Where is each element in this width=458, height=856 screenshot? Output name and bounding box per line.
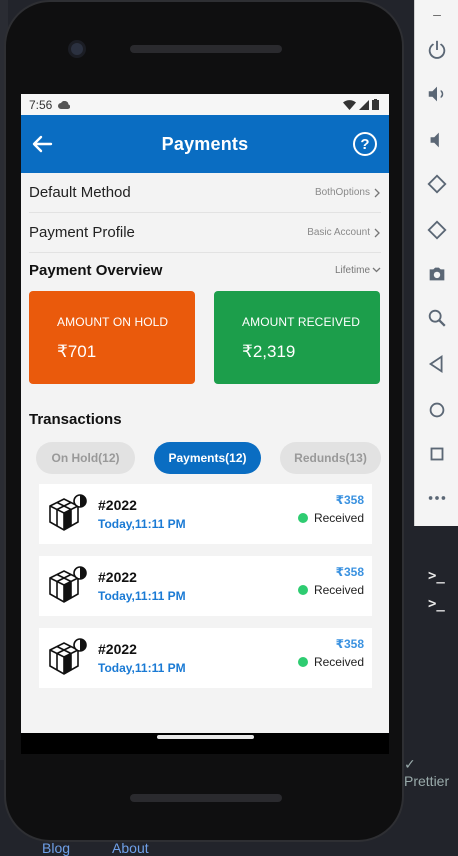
payment-overview-title: Payment Overview [29,261,163,279]
default-method-value: BothOptions [315,187,381,198]
more-button[interactable] [415,476,458,520]
emulator-window-controls: – [415,0,458,28]
battery-icon [372,99,379,110]
status-dot-icon [297,513,308,523]
screenshot-button[interactable] [415,252,458,296]
triangle-back-icon [428,354,443,374]
volume-down-icon [430,132,439,148]
rotate-right-button[interactable] [415,208,458,252]
editor-status-prettier[interactable]: ✓ Prettier [404,756,458,789]
chevron-right-icon [374,228,380,237]
volume-up-button[interactable] [415,72,458,116]
transaction-amount: ₹358 [335,565,364,579]
transaction-time: Today,11:11 PM [98,517,186,531]
phone-frame: 7:56 Payments ? Default Method BothOptio… [4,0,404,842]
gesture-nav-bar[interactable] [157,735,254,739]
transaction-id: #2022 [98,641,137,657]
cube-package-icon [49,638,87,675]
transaction-id: #2022 [98,497,137,513]
footer-link-about[interactable]: About [112,840,149,856]
signal-icon [359,99,369,110]
transaction-id: #2022 [98,569,137,585]
transaction-amount: ₹358 [335,637,364,651]
transaction-time: Today,11:11 PM [98,589,186,603]
tab-on-hold[interactable]: On Hold(12) [36,442,135,474]
tab-refunds[interactable]: Redunds(13) [280,442,381,474]
cube-package-icon [49,494,87,531]
status-dot-icon [297,585,308,595]
transaction-item[interactable]: #2022 Today,11:11 PM ₹358 Received [39,484,372,544]
terminal-prompt-icon: >_ [428,596,445,612]
power-button[interactable] [415,28,458,72]
camera-icon [429,267,445,281]
square-overview-icon [430,447,444,461]
overview-cards: AMOUNT ON HOLD ₹701 AMOUNT RECEIVED ₹2,3… [29,291,381,384]
cloud-icon [58,100,71,109]
circle-home-icon [429,402,445,418]
bottom-speaker [130,794,282,802]
status-time: 7:56 [29,97,53,112]
back-arrow-icon[interactable] [31,133,53,155]
default-method-label: Default Method [29,184,131,201]
transaction-status: Received [297,655,364,669]
transaction-tabs: On Hold(12) Payments(12) Redunds(13) [29,442,381,474]
amount-received-card[interactable]: AMOUNT RECEIVED ₹2,319 [214,291,380,384]
transaction-time: Today,11:11 PM [98,661,186,675]
zoom-button[interactable] [415,296,458,340]
main-content: Default Method BothOptions Payment Profi… [21,173,389,733]
amount-received-label: AMOUNT RECEIVED [242,315,360,329]
chevron-right-icon [374,188,380,197]
home-nav-button[interactable] [415,388,458,432]
more-dots-icon [428,496,446,500]
footer-links: Blog About [42,840,149,856]
status-dot-icon [297,657,308,667]
emulator-toolbar: – [414,0,458,526]
wifi-icon [343,99,356,110]
amount-on-hold-label: AMOUNT ON HOLD [57,315,169,329]
footer-link-blog[interactable]: Blog [42,840,70,856]
payment-profile-label: Payment Profile [29,224,135,241]
zoom-icon [428,309,446,327]
transaction-item[interactable]: #2022 Today,11:11 PM ₹358 Received [39,556,372,616]
transaction-status: Received [297,511,364,525]
back-nav-button[interactable] [415,342,458,386]
payment-profile-row[interactable]: Payment Profile Basic Account [29,213,381,253]
default-method-row[interactable]: Default Method BothOptions [29,173,381,213]
rotate-left-button[interactable] [415,162,458,206]
rotate-right-icon [427,220,447,240]
app-bar: Payments ? [21,115,389,173]
payment-profile-value: Basic Account [307,227,381,238]
status-bar: 7:56 [21,94,389,115]
transaction-status: Received [297,583,364,597]
volume-down-button[interactable] [415,118,458,162]
phone-screen: 7:56 Payments ? Default Method BothOptio… [21,94,389,754]
amount-received-value: ₹2,319 [242,342,296,361]
terminal-prompt-icon: >_ [428,568,445,584]
volume-up-icon [428,86,444,102]
transactions-title: Transactions [29,410,122,428]
transaction-item[interactable]: #2022 Today,11:11 PM ₹358 Received [39,628,372,688]
payment-overview-header: Payment Overview Lifetime [29,253,381,287]
power-icon [428,40,446,59]
rotate-left-icon [427,174,447,194]
cube-package-icon [49,566,87,603]
tab-payments[interactable]: Payments(12) [154,442,261,474]
amount-on-hold-value: ₹701 [57,342,97,361]
earpiece-speaker [130,45,282,53]
transaction-amount: ₹358 [335,493,364,507]
period-selector[interactable]: Lifetime [335,265,381,276]
overview-nav-button[interactable] [415,432,458,476]
minimize-icon[interactable]: – [433,6,441,22]
help-icon[interactable]: ? [353,132,377,156]
page-title: Payments [161,133,249,154]
transaction-list: #2022 Today,11:11 PM ₹358 Received #2022… [29,484,381,688]
front-camera [68,40,86,58]
amount-on-hold-card[interactable]: AMOUNT ON HOLD ₹701 [29,291,195,384]
chevron-down-icon [372,267,381,273]
